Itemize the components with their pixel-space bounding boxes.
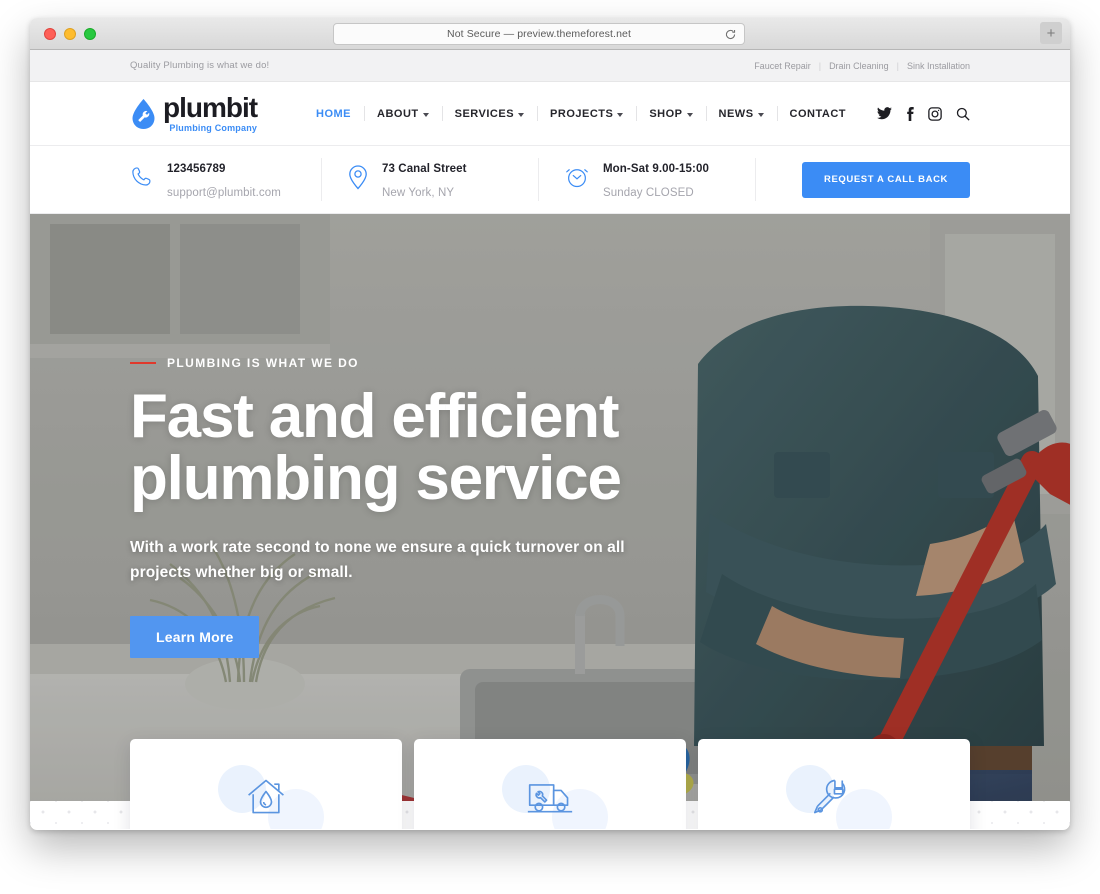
site-logo[interactable]: plumbit Plumbing Company xyxy=(130,92,258,133)
new-tab-button[interactable]: + xyxy=(1040,22,1062,44)
browser-window: Not Secure — preview.themeforest.net + Q… xyxy=(30,18,1070,830)
nav-item-about[interactable]: ABOUT xyxy=(364,105,442,121)
reload-icon[interactable] xyxy=(724,28,737,41)
email-address: support@plumbit.com xyxy=(167,186,281,199)
chevron-down-icon xyxy=(686,112,693,117)
water-drop-wrench-logo-icon xyxy=(130,98,157,130)
service-card-wrench[interactable] xyxy=(698,739,970,829)
house-water-drop-icon xyxy=(244,775,288,824)
site-header: plumbit Plumbing Company HOME ABOUT SERV… xyxy=(30,82,1070,146)
info-text: Mon-Sat 9.00-15:00 Sunday CLOSED xyxy=(603,156,709,202)
map-pin-icon xyxy=(347,164,369,195)
nav-item-services[interactable]: SERVICES xyxy=(441,105,537,121)
nav-label: CONTACT xyxy=(789,107,846,120)
info-text: 73 Canal Street New York, NY xyxy=(382,156,467,202)
minimize-window-button[interactable] xyxy=(64,28,76,40)
hero-title-line-1: Fast and efficient xyxy=(130,382,619,451)
hero-subtitle: With a work rate second to none we ensur… xyxy=(130,539,625,581)
info-block-hours[interactable]: Mon-Sat 9.00-15:00 Sunday CLOSED xyxy=(538,146,755,213)
contact-infobar: 123456789 support@plumbit.com 73 Canal S… xyxy=(30,146,1070,214)
city-state: New York, NY xyxy=(382,186,455,199)
service-card-truck-wrench[interactable] xyxy=(414,739,686,829)
topbar-links: Faucet Repair | Drain Cleaning | Sink In… xyxy=(754,61,970,71)
alarm-clock-icon xyxy=(564,164,590,195)
nav-label: SHOP xyxy=(649,107,683,120)
chevron-down-icon xyxy=(757,112,764,117)
browser-chrome: Not Secure — preview.themeforest.net + xyxy=(30,18,1070,50)
close-window-button[interactable] xyxy=(44,28,56,40)
topbar-link-drain-cleaning[interactable]: Drain Cleaning xyxy=(829,61,889,71)
info-block-phone[interactable]: 123456789 support@plumbit.com xyxy=(130,146,321,213)
topbar-separator: | xyxy=(896,60,899,71)
learn-more-button[interactable]: Learn More xyxy=(130,615,260,658)
topbar-link-sink-installation[interactable]: Sink Installation xyxy=(907,61,970,71)
hero-kicker-text: PLUMBING IS WHAT WE DO xyxy=(167,356,359,370)
nav-label: PROJECTS xyxy=(550,107,614,120)
topbar-link-faucet-repair[interactable]: Faucet Repair xyxy=(754,61,811,71)
page-root: Not Secure — preview.themeforest.net + Q… xyxy=(0,0,1100,894)
hero-title-line-2: plumbing service xyxy=(130,444,622,513)
header-social-icons xyxy=(877,106,970,121)
phone-icon xyxy=(130,165,154,194)
address-bar[interactable]: Not Secure — preview.themeforest.net xyxy=(333,23,745,45)
address-bar-text: Not Secure — preview.themeforest.net xyxy=(447,28,631,40)
service-card-house-water[interactable] xyxy=(130,739,402,829)
traffic-lights xyxy=(44,28,96,40)
opening-hours: Mon-Sat 9.00-15:00 xyxy=(603,163,709,176)
hero-kicker: PLUMBING IS WHAT WE DO xyxy=(130,356,730,370)
nav-label: HOME xyxy=(316,107,351,120)
nav-item-home[interactable]: HOME xyxy=(303,108,364,120)
nav-label: NEWS xyxy=(718,107,754,120)
hero-section: PLUMBING IS WHAT WE DO Fast and efficien… xyxy=(30,214,1070,829)
info-text: 123456789 support@plumbit.com xyxy=(167,156,281,202)
cta-container: REQUEST A CALL BACK xyxy=(755,146,970,213)
utility-topbar: Quality Plumbing is what we do! Faucet R… xyxy=(30,50,1070,82)
nav-label: SERVICES xyxy=(454,107,515,120)
zoom-window-button[interactable] xyxy=(84,28,96,40)
street-address: 73 Canal Street xyxy=(382,163,467,176)
tagline: Quality Plumbing is what we do! xyxy=(130,60,270,71)
phone-number: 123456789 xyxy=(167,163,226,176)
closed-days: Sunday CLOSED xyxy=(603,186,694,199)
logo-text: plumbit Plumbing Company xyxy=(163,92,258,133)
nav-item-contact[interactable]: CONTACT xyxy=(776,105,859,121)
chevron-down-icon xyxy=(617,112,624,117)
logo-name: plumbit xyxy=(163,92,258,123)
nav-label: ABOUT xyxy=(377,107,419,120)
search-icon[interactable] xyxy=(956,107,970,121)
site-viewport: Quality Plumbing is what we do! Faucet R… xyxy=(30,50,1070,829)
truck-wrench-icon xyxy=(526,775,574,822)
nav-item-shop[interactable]: SHOP xyxy=(636,105,705,121)
hero-content: PLUMBING IS WHAT WE DO Fast and efficien… xyxy=(130,356,730,658)
adjustable-wrench-icon xyxy=(812,775,856,824)
logo-subtitle: Plumbing Company xyxy=(169,123,258,133)
twitter-icon[interactable] xyxy=(877,107,892,120)
nav-item-news[interactable]: NEWS xyxy=(705,105,777,121)
request-call-back-button[interactable]: REQUEST A CALL BACK xyxy=(802,161,970,198)
topbar-separator: | xyxy=(818,60,822,71)
instagram-icon[interactable] xyxy=(928,106,942,121)
chevron-down-icon xyxy=(422,112,429,117)
main-nav: HOME ABOUT SERVICES PROJECTS SHOP NEWS C… xyxy=(303,105,970,121)
hero-title: Fast and efficient plumbing service xyxy=(130,386,730,510)
info-block-address[interactable]: 73 Canal Street New York, NY xyxy=(321,146,538,213)
chevron-down-icon xyxy=(518,112,525,117)
nav-item-projects[interactable]: PROJECTS xyxy=(537,105,636,121)
service-cards xyxy=(130,739,970,829)
facebook-icon[interactable] xyxy=(906,106,914,121)
kicker-dash-icon xyxy=(130,362,156,364)
